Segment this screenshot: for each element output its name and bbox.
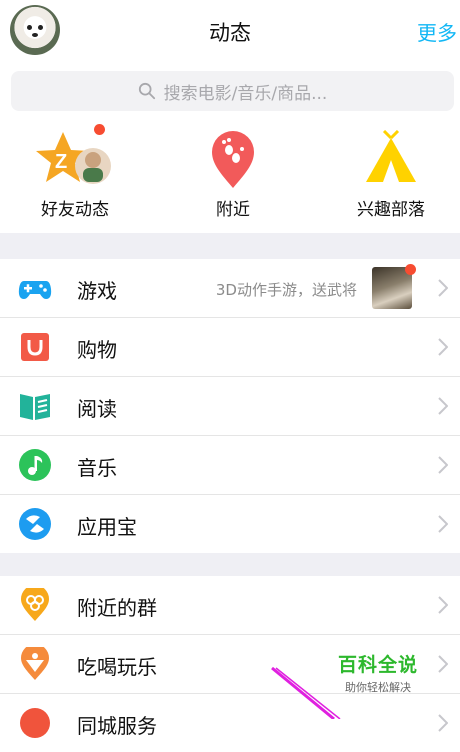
menu-item-app-store[interactable]: 应用宝 — [0, 495, 460, 553]
page-title: 动态 — [209, 21, 251, 45]
quick-item-interest-tribe[interactable]: 兴趣部落 — [316, 129, 460, 220]
game-promo-text: 3D动作手游，送武将 — [215, 281, 357, 299]
menu-item-label: 附近的群 — [77, 596, 157, 620]
menu-item-label: 应用宝 — [77, 515, 137, 539]
watermark-title: 百科全说 — [337, 654, 418, 676]
quick-item-label: 好友动态 — [41, 200, 109, 220]
search-section: 搜索电影/音乐/商品... — [0, 62, 460, 120]
food-fun-icon — [21, 647, 49, 680]
chevron-right-icon — [438, 456, 448, 474]
music-note-icon — [19, 449, 51, 481]
quick-item-label: 兴趣部落 — [357, 200, 425, 220]
friend-feed-star-icon: Z — [30, 124, 120, 190]
top-bar: 动态 更多 — [0, 0, 460, 62]
svg-text:Z: Z — [55, 151, 67, 173]
menu-item-label: 游戏 — [77, 279, 117, 303]
quick-entries: Z 好友动态 附近 兴趣部落 — [0, 120, 460, 233]
menu-item-music[interactable]: 音乐 — [0, 436, 460, 495]
chevron-right-icon — [438, 515, 448, 533]
quick-item-friend-feed[interactable]: Z 好友动态 — [0, 124, 150, 220]
menu-item-label: 同城服务 — [77, 714, 157, 738]
quick-item-label: 附近 — [216, 200, 250, 220]
notification-dot — [405, 264, 416, 275]
search-placeholder: 搜索电影/音乐/商品... — [163, 83, 328, 104]
menu-item-reading[interactable]: 阅读 — [0, 377, 460, 436]
chevron-right-icon — [438, 655, 448, 673]
menu-item-label: 音乐 — [77, 456, 117, 480]
menu-item-shopping[interactable]: 购物 — [0, 318, 460, 377]
app-store-icon — [19, 508, 51, 540]
search-input[interactable]: 搜索电影/音乐/商品... — [11, 71, 454, 111]
book-icon — [20, 394, 50, 420]
chevron-right-icon — [438, 397, 448, 415]
more-button[interactable]: 更多 — [417, 17, 457, 46]
menu-group-services: 游戏 3D动作手游，送武将 购物 阅读 音乐 应用宝 — [0, 259, 460, 553]
watermark: 百科全说 助你轻松解决 — [338, 650, 418, 695]
chevron-right-icon — [438, 714, 448, 732]
menu-item-nearby-groups[interactable]: 附近的群 — [0, 576, 460, 635]
shopping-bag-icon — [21, 333, 49, 361]
menu-item-label: 购物 — [77, 338, 117, 362]
menu-item-games[interactable]: 游戏 3D动作手游，送武将 — [0, 259, 460, 318]
menu-item-city-service[interactable]: 同城服务 — [0, 694, 460, 752]
interest-tribe-tent-icon — [346, 129, 436, 190]
search-icon — [138, 82, 155, 100]
notification-dot — [94, 124, 105, 135]
gamepad-icon — [18, 281, 52, 299]
city-service-icon — [20, 708, 50, 738]
chevron-right-icon — [438, 596, 448, 614]
watermark-subtitle: 助你轻松解决 — [344, 681, 411, 694]
quick-item-nearby[interactable]: 附近 — [158, 130, 308, 220]
menu-item-label: 吃喝玩乐 — [77, 655, 157, 679]
nearby-groups-icon — [21, 588, 49, 621]
chevron-right-icon — [438, 279, 448, 297]
nearby-pin-icon — [188, 130, 278, 190]
chevron-right-icon — [438, 338, 448, 356]
menu-item-label: 阅读 — [77, 397, 117, 421]
